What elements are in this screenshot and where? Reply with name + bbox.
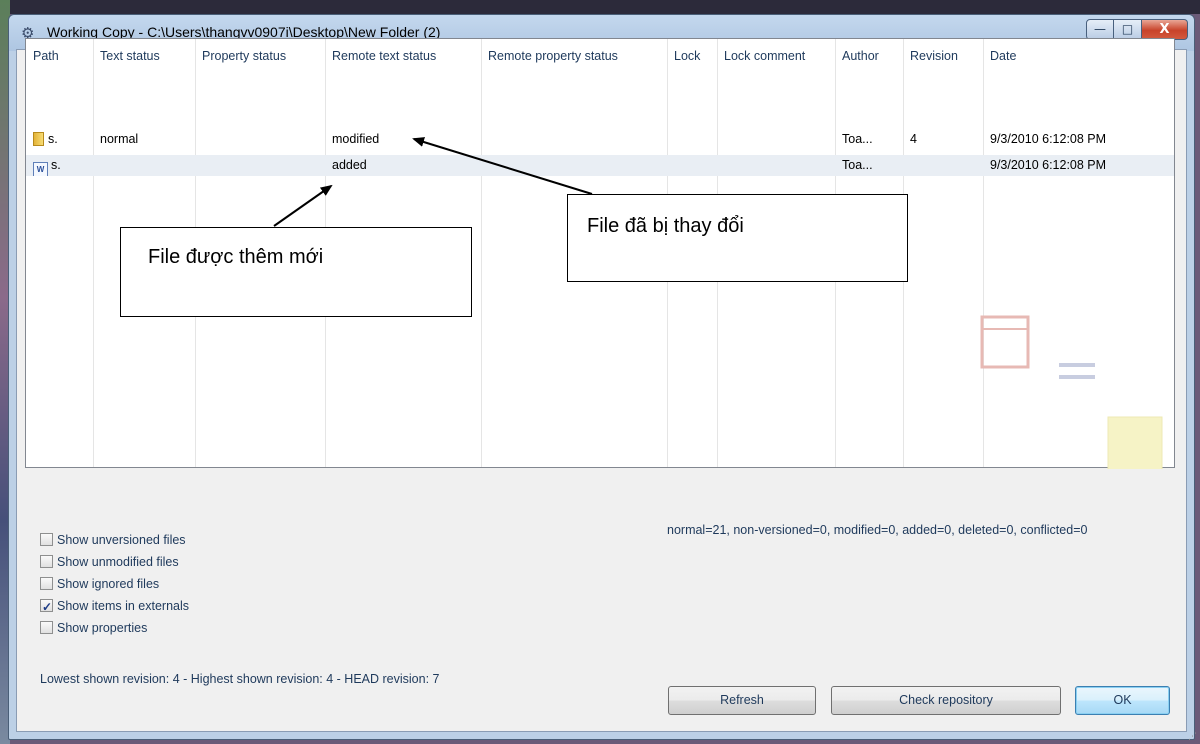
callout-added-text: File được thêm mới xyxy=(148,246,324,268)
checkbox-box[interactable] xyxy=(40,555,53,568)
resize-grip[interactable]: ⋰ xyxy=(1188,732,1198,742)
minimize-button[interactable]: — xyxy=(1086,19,1114,40)
cell-property-status xyxy=(195,129,325,150)
show-unmodified-checkbox[interactable]: Show unmodified files xyxy=(40,552,179,572)
refresh-button[interactable]: Refresh xyxy=(668,686,816,715)
close-button[interactable]: X xyxy=(1142,19,1188,40)
table-row[interactable]: Ws. added Toa... 9/3/2010 6:12:08 PM xyxy=(26,155,1174,176)
checkbox-label: Show items in externals xyxy=(57,599,190,613)
cell-lock-comment xyxy=(717,129,835,150)
folder-icon xyxy=(33,132,44,146)
cell-text-status xyxy=(93,155,195,176)
checkbox-label: Show ignored files xyxy=(57,577,160,591)
cell-remote-property-status xyxy=(481,155,667,176)
table-row[interactable]: s. normal modified Toa... 4 9/3/2010 6:1… xyxy=(26,129,1174,150)
checkbox-box[interactable] xyxy=(40,577,53,590)
checkbox-box[interactable] xyxy=(40,621,53,634)
cell-path: Ws. xyxy=(26,155,93,176)
callout-modified-file: File đã bị thay đổi xyxy=(567,194,908,282)
checkbox-box[interactable] xyxy=(40,533,53,546)
cell-remote-text-status: modified xyxy=(332,132,380,146)
cell-revision: 4 xyxy=(910,132,917,146)
cell-remote-text-status: added xyxy=(332,158,367,172)
ok-button[interactable]: OK xyxy=(1075,686,1170,715)
maximize-button[interactable]: □ xyxy=(1114,19,1142,40)
show-properties-checkbox[interactable]: Show properties xyxy=(40,618,147,638)
show-externals-checkbox[interactable]: Show items in externals xyxy=(40,596,190,617)
path-text: s. xyxy=(48,132,58,146)
cell-revision xyxy=(903,155,983,176)
cell-lock xyxy=(667,155,717,176)
checkbox-label: Show unversioned files xyxy=(57,533,186,547)
status-summary: normal=21, non-versioned=0, modified=0, … xyxy=(667,523,1088,537)
path-text: s. xyxy=(51,158,61,172)
revision-info: Lowest shown revision: 4 - Highest shown… xyxy=(40,672,440,686)
cell-text-status: normal xyxy=(100,132,139,146)
check-repository-button[interactable]: Check repository xyxy=(831,686,1061,715)
cell-author: Toa... xyxy=(842,158,873,172)
cell-path: s. xyxy=(26,129,93,150)
cell-date: 9/3/2010 6:12:08 PM xyxy=(990,132,1107,146)
callout-added-file: File được thêm mới xyxy=(120,227,472,317)
checkbox-label: Show unmodified files xyxy=(57,555,179,569)
cell-remote-property-status xyxy=(481,129,667,150)
desktop-backdrop xyxy=(0,0,1200,14)
cell-lock-comment xyxy=(717,155,835,176)
callout-modified-text: File đã bị thay đổi xyxy=(587,215,744,237)
cell-date: 9/3/2010 6:12:08 PM xyxy=(990,158,1107,172)
show-unversioned-checkbox[interactable]: Show unversioned files xyxy=(40,530,186,550)
cell-property-status xyxy=(195,155,325,176)
cell-author: Toa... xyxy=(842,132,873,146)
word-document-icon: W xyxy=(33,162,48,176)
checkbox-box-checked[interactable] xyxy=(40,597,53,617)
checkbox-label: Show properties xyxy=(57,621,148,635)
cell-lock xyxy=(667,129,717,150)
show-ignored-checkbox[interactable]: Show ignored files xyxy=(40,574,159,594)
